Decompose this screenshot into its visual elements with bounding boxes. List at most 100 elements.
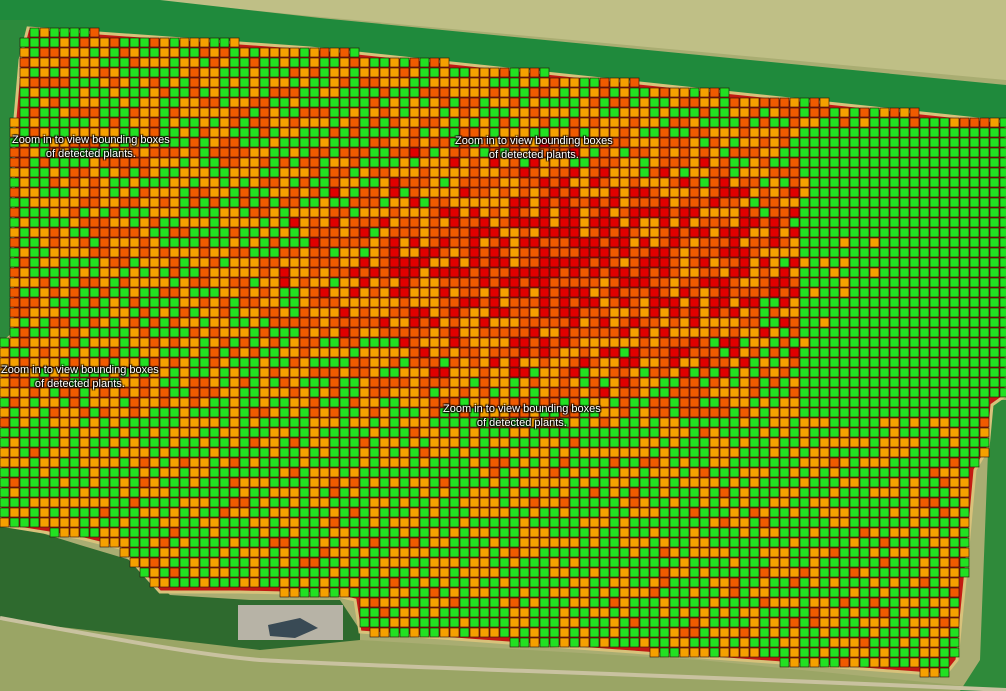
density-cell xyxy=(139,227,150,238)
density-cell xyxy=(289,377,300,388)
density-cell xyxy=(59,447,70,458)
density-cell xyxy=(499,307,510,318)
density-cell xyxy=(509,197,520,208)
density-cell xyxy=(539,507,550,518)
density-cell xyxy=(139,77,150,88)
density-cell xyxy=(589,487,600,498)
density-cell xyxy=(599,207,610,218)
density-cell xyxy=(799,97,810,108)
density-cell xyxy=(49,317,60,328)
density-cell xyxy=(989,367,1000,378)
density-cell xyxy=(829,467,840,478)
density-cell xyxy=(929,237,940,248)
density-cell xyxy=(449,557,460,568)
density-cell xyxy=(219,147,230,158)
density-cell xyxy=(339,387,350,398)
density-cell xyxy=(769,537,780,548)
density-cell xyxy=(559,537,570,548)
density-cell xyxy=(849,117,860,128)
density-cell xyxy=(99,277,110,288)
density-cell xyxy=(389,457,400,468)
density-cell xyxy=(299,267,310,278)
density-cell xyxy=(39,27,50,38)
density-cell xyxy=(469,287,480,298)
density-cell xyxy=(299,227,310,238)
density-cell xyxy=(859,117,870,128)
density-cell xyxy=(69,327,80,338)
density-cell xyxy=(69,227,80,238)
density-cell xyxy=(249,457,260,468)
density-cell xyxy=(69,37,80,48)
density-cell xyxy=(169,67,180,78)
density-cell xyxy=(129,87,140,98)
density-cell xyxy=(889,237,900,248)
density-cell xyxy=(69,217,80,228)
density-cell xyxy=(549,197,560,208)
density-cell xyxy=(609,197,620,208)
density-cell xyxy=(629,257,640,268)
density-cell xyxy=(69,417,80,428)
density-cell xyxy=(319,337,330,348)
density-cell xyxy=(139,497,150,508)
density-cell xyxy=(979,207,990,218)
density-cell xyxy=(299,127,310,138)
density-cell xyxy=(469,347,480,358)
density-cell xyxy=(889,527,900,538)
density-cell xyxy=(289,237,300,248)
density-cell xyxy=(909,487,920,498)
density-cell xyxy=(9,327,20,338)
density-cell xyxy=(699,327,710,338)
density-cell xyxy=(969,387,980,398)
density-cell xyxy=(619,277,630,288)
density-cell xyxy=(729,227,740,238)
density-cell xyxy=(959,367,970,378)
map-view[interactable]: Zoom in to view bounding boxes of detect… xyxy=(0,0,1006,691)
density-cell xyxy=(329,527,340,538)
density-cell xyxy=(929,247,940,258)
density-cell xyxy=(979,147,990,158)
density-cell xyxy=(939,437,950,448)
density-cell xyxy=(149,347,160,358)
density-cell xyxy=(329,227,340,238)
density-cell xyxy=(809,537,820,548)
density-cell xyxy=(449,117,460,128)
density-cell xyxy=(529,547,540,558)
density-cell xyxy=(249,267,260,278)
density-cell xyxy=(99,207,110,218)
density-cell xyxy=(119,507,130,518)
field-map-canvas[interactable] xyxy=(0,0,1006,691)
density-cell xyxy=(279,87,290,98)
density-cell xyxy=(509,557,520,568)
density-cell xyxy=(829,167,840,178)
density-cell xyxy=(489,497,500,508)
density-cell xyxy=(79,167,90,178)
density-cell xyxy=(439,487,450,498)
density-cell xyxy=(289,187,300,198)
density-cell xyxy=(469,517,480,528)
density-cell xyxy=(549,517,560,528)
density-cell xyxy=(689,457,700,468)
density-cell xyxy=(909,147,920,158)
density-cell xyxy=(839,137,850,148)
density-cell xyxy=(699,257,710,268)
density-cell xyxy=(989,147,1000,158)
density-cell xyxy=(469,387,480,398)
density-cell xyxy=(569,357,580,368)
density-cell xyxy=(799,567,810,578)
density-cell xyxy=(419,477,430,488)
density-cell xyxy=(319,97,330,108)
density-cell xyxy=(199,447,210,458)
density-cell xyxy=(749,127,760,138)
density-cell xyxy=(929,457,940,468)
density-cell xyxy=(519,287,530,298)
density-cell xyxy=(159,97,170,108)
density-cell xyxy=(329,287,340,298)
density-cell xyxy=(909,277,920,288)
density-cell xyxy=(919,137,930,148)
density-cell xyxy=(219,77,230,88)
density-cell xyxy=(619,87,630,98)
density-cell xyxy=(289,287,300,298)
density-cell xyxy=(879,277,890,288)
density-cell xyxy=(789,447,800,458)
density-cell xyxy=(329,387,340,398)
